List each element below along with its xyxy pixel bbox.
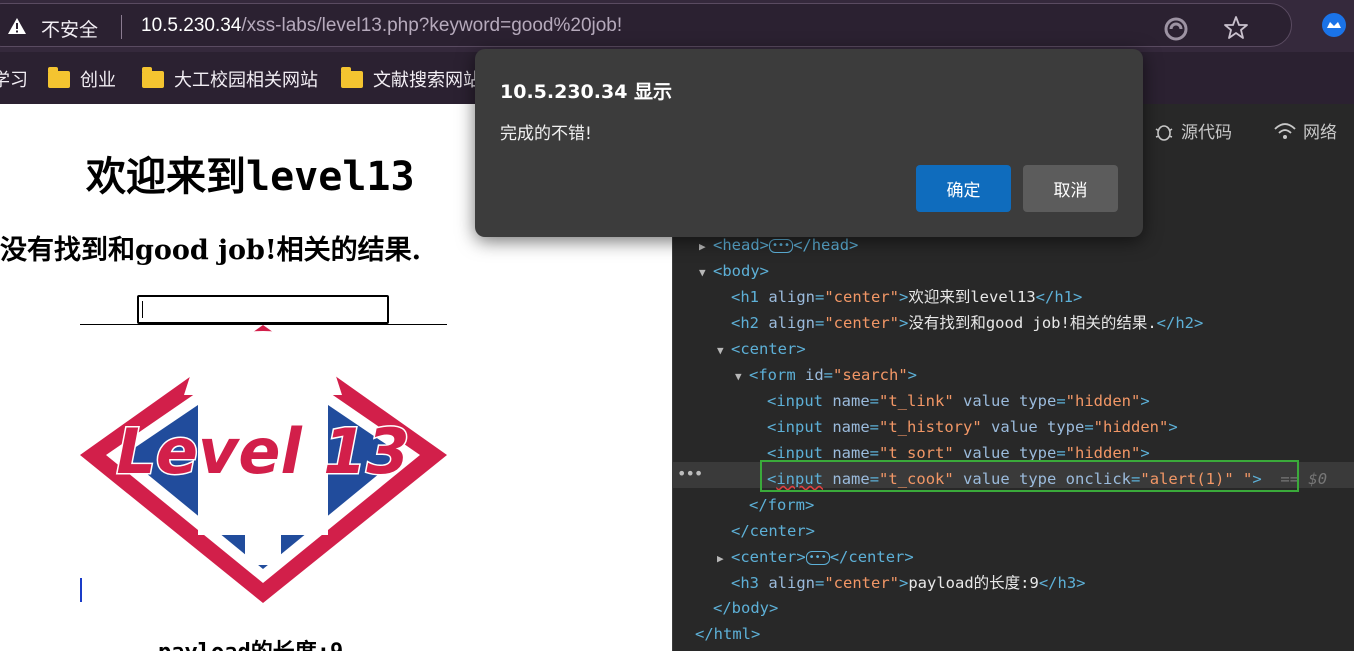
dom-node-body-close[interactable]: </body> xyxy=(713,595,778,621)
search-result-heading: 没有找到和good job!相关的结果. xyxy=(0,235,422,266)
dom-node-center-close[interactable]: </center> xyxy=(731,518,815,544)
payload-length: payload的长度:9 xyxy=(158,634,343,651)
tab-sources[interactable]: 源代码 xyxy=(1153,118,1232,143)
dom-node-center-collapsed[interactable]: ▶ <center> ••• </center> xyxy=(717,544,914,570)
url-host: 10.5.230.34 xyxy=(141,15,242,36)
browser-toolbar: 不安全 10.5.230.34/xss-labs/level13.php?key… xyxy=(0,0,1354,52)
address-separator xyxy=(121,15,122,39)
dom-node-input-history[interactable]: <input name="t_history" value type="hidd… xyxy=(767,414,1178,440)
wifi-icon xyxy=(1274,122,1296,139)
bookmark-literature-search[interactable]: 文献搜索网站 xyxy=(341,66,481,92)
row-options-icon[interactable]: ••• xyxy=(677,464,703,483)
refresh-icon[interactable] xyxy=(1163,16,1189,42)
bookmark-label: 文献搜索网站 xyxy=(373,70,481,91)
level13-logo: Level 13 xyxy=(80,325,447,603)
dom-node-center[interactable]: ▼ <center> xyxy=(717,336,806,362)
alert-dialog: 10.5.230.34 显示 完成的不错! 确定 取消 xyxy=(475,49,1143,237)
dom-node-form-close[interactable]: </form> xyxy=(749,492,814,518)
dom-node-html-close[interactable]: </html> xyxy=(695,621,760,647)
page-title: 欢迎来到level13 xyxy=(86,154,415,200)
url-path: /xss-labs/level13.php?keyword=good%20job… xyxy=(241,15,623,36)
dom-node-h3[interactable]: <h3 align="center">payload的长度:9</h3> xyxy=(731,570,1086,596)
url-text[interactable]: 10.5.230.34/xss-labs/level13.php?keyword… xyxy=(141,15,622,37)
dom-node-h2[interactable]: <h2 align="center">没有找到和good job!相关的结果.<… xyxy=(731,310,1203,336)
bookmark-label: 学习 xyxy=(0,70,28,91)
folder-icon xyxy=(48,66,70,88)
bookmark-label: 创业 xyxy=(80,70,116,91)
logo-text: Level 13 xyxy=(116,415,409,488)
dom-node-h1[interactable]: <h1 align="center">欢迎来到level13</h1> xyxy=(731,284,1082,310)
tab-network-label: 网络 xyxy=(1303,123,1337,143)
bookmark-label: 大工校园相关网站 xyxy=(174,70,318,91)
dialog-title: 10.5.230.34 显示 xyxy=(500,81,673,103)
warning-icon[interactable] xyxy=(7,17,27,35)
security-label[interactable]: 不安全 xyxy=(41,15,98,42)
selected-node-outline xyxy=(760,460,1299,492)
tab-network[interactable]: 网络 xyxy=(1273,118,1337,143)
text-cursor xyxy=(80,578,82,602)
dom-node-body[interactable]: ▼ <body> xyxy=(699,258,769,284)
dialog-message: 完成的不错! xyxy=(500,124,592,144)
text-caret xyxy=(142,301,143,318)
address-bar[interactable]: 不安全 10.5.230.34/xss-labs/level13.php?key… xyxy=(0,3,1292,47)
search-input[interactable] xyxy=(137,295,389,324)
tab-sources-label: 源代码 xyxy=(1181,123,1232,143)
bookmark-star-icon[interactable] xyxy=(1223,15,1249,41)
dom-node-form[interactable]: ▼ <form id="search"> xyxy=(735,362,917,388)
folder-icon xyxy=(341,66,363,88)
bug-icon xyxy=(1155,124,1173,141)
ok-button[interactable]: 确定 xyxy=(916,165,1011,212)
dom-node-input-link[interactable]: <input name="t_link" value type="hidden"… xyxy=(767,388,1150,414)
folder-icon xyxy=(142,66,164,88)
bookmark-study[interactable]: 学习 xyxy=(0,66,28,92)
profile-icon[interactable] xyxy=(1322,13,1346,37)
cancel-button[interactable]: 取消 xyxy=(1023,165,1118,212)
bookmark-campus-sites[interactable]: 大工校园相关网站 xyxy=(142,66,318,92)
bookmark-startup[interactable]: 创业 xyxy=(48,66,116,92)
